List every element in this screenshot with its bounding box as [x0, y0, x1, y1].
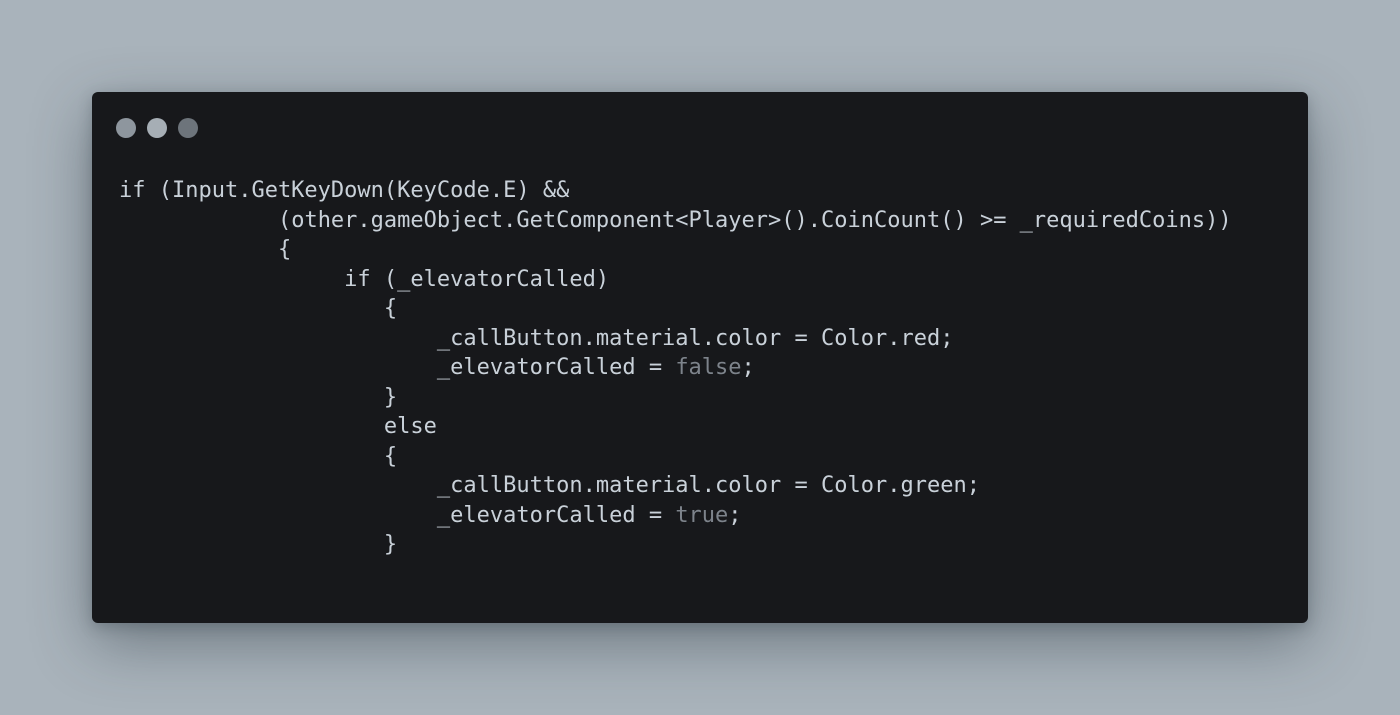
code-keyword: true [675, 502, 729, 528]
code-text: if (Input.GetKeyDown(KeyCode.E) && [119, 178, 570, 203]
code-line: } [119, 383, 1232, 413]
code-text: _callButton.material.color = Color.green… [436, 473, 980, 498]
code-text: _elevatorCalled = [436, 502, 676, 528]
code-text: { [383, 296, 398, 321]
code-text: if (_elevatorCalled) [344, 266, 610, 292]
code-keyword: false [675, 355, 742, 380]
maximize-dot-icon[interactable] [178, 118, 198, 138]
code-text: } [383, 532, 398, 557]
code-line: _callButton.material.color = Color.red; [119, 324, 1232, 354]
code-line: if (Input.GetKeyDown(KeyCode.E) && [119, 176, 1232, 206]
code-text: } [383, 384, 398, 410]
window-controls [116, 118, 198, 138]
code-line: _callButton.material.color = Color.green… [119, 471, 1232, 501]
code-line: { [119, 442, 1232, 472]
code-text: (other.gameObject.GetComponent<Player>()… [277, 207, 1232, 233]
close-dot-icon[interactable] [116, 118, 136, 138]
code-text: else [383, 414, 437, 439]
code-line: } [119, 530, 1232, 560]
code-punctuation: ; [728, 502, 742, 528]
code-line: { [119, 294, 1232, 324]
code-line: if (_elevatorCalled) [119, 265, 1232, 295]
code-window: if (Input.GetKeyDown(KeyCode.E) && (othe… [92, 92, 1308, 623]
code-text: _elevatorCalled = [436, 355, 676, 380]
code-line: _elevatorCalled = false; [119, 353, 1232, 383]
code-block: if (Input.GetKeyDown(KeyCode.E) && (othe… [119, 176, 1232, 560]
code-punctuation: ; [741, 355, 755, 380]
code-text: _callButton.material.color = Color.red; [436, 325, 954, 351]
minimize-dot-icon[interactable] [147, 118, 167, 138]
code-text: { [277, 237, 292, 262]
code-line: else [119, 412, 1232, 442]
code-line: (other.gameObject.GetComponent<Player>()… [119, 206, 1232, 236]
code-line: _elevatorCalled = true; [119, 501, 1232, 531]
code-text: { [383, 443, 398, 469]
code-line: { [119, 235, 1232, 265]
